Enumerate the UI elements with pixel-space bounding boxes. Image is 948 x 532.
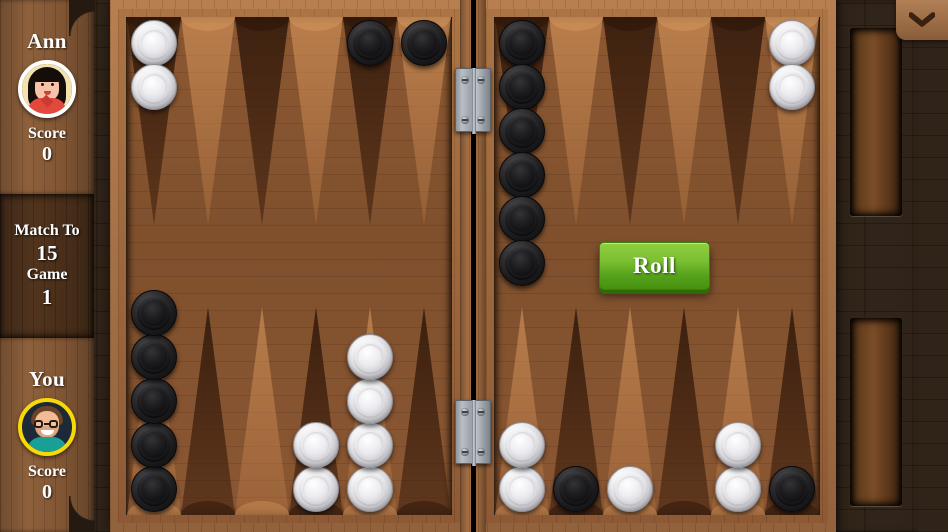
checker-white[interactable]	[131, 20, 177, 66]
board-point[interactable]	[711, 17, 765, 225]
checker-black[interactable]	[347, 20, 393, 66]
checker-black[interactable]	[131, 422, 177, 468]
checker-black[interactable]	[499, 64, 545, 110]
opponent-panel: Ann Score 0	[0, 0, 95, 194]
board-point[interactable]	[235, 17, 289, 225]
bear-off-slot-bottom[interactable]	[850, 318, 902, 506]
board-point-triangle	[711, 17, 765, 225]
board-point-triangle	[235, 17, 289, 225]
board-point-triangle	[397, 307, 451, 515]
board-point[interactable]	[549, 17, 603, 225]
board-hinge-top-icon	[455, 68, 491, 134]
board-point[interactable]	[181, 307, 235, 515]
opponent-score-value: 0	[42, 143, 52, 165]
board-point-triangle	[235, 307, 289, 515]
board-point[interactable]	[289, 17, 343, 225]
checker-black[interactable]	[499, 20, 545, 66]
game-value: 1	[41, 285, 53, 309]
board-point-triangle	[603, 17, 657, 225]
board-point[interactable]	[181, 17, 235, 225]
checker-black[interactable]	[499, 108, 545, 154]
avatar-ann-art	[22, 64, 72, 114]
player-panel: You Score 0	[0, 338, 95, 532]
board-point-triangle	[289, 17, 343, 225]
roll-button-label: Roll	[633, 253, 676, 278]
checker-white[interactable]	[499, 466, 545, 512]
checker-white[interactable]	[347, 378, 393, 424]
player-score-label: Score	[28, 463, 66, 480]
checker-black[interactable]	[131, 334, 177, 380]
chevron-down-icon	[909, 12, 935, 28]
checker-black[interactable]	[401, 20, 447, 66]
checker-white[interactable]	[347, 422, 393, 468]
sidebar: Ann Score 0 Match To 15 Game 1 You Score…	[0, 0, 95, 532]
checker-white[interactable]	[293, 466, 339, 512]
match-to-value: 15	[36, 240, 58, 265]
board-point-triangle	[657, 17, 711, 225]
board-point-triangle	[181, 307, 235, 515]
board-point-triangle	[181, 17, 235, 225]
checker-white[interactable]	[347, 334, 393, 380]
checker-black[interactable]	[769, 466, 815, 512]
checker-black[interactable]	[553, 466, 599, 512]
board-point-triangle	[549, 17, 603, 225]
avatar-ann[interactable]	[18, 60, 76, 118]
board-point[interactable]	[603, 17, 657, 225]
game-board	[110, 0, 836, 532]
checker-white[interactable]	[293, 422, 339, 468]
player-score-value: 0	[42, 481, 52, 503]
checker-white[interactable]	[131, 64, 177, 110]
checker-black[interactable]	[499, 152, 545, 198]
checker-black[interactable]	[131, 378, 177, 424]
checker-white[interactable]	[769, 20, 815, 66]
opponent-name: Ann	[27, 29, 67, 53]
board-half-left	[118, 9, 460, 523]
roll-button[interactable]: Roll	[599, 242, 710, 290]
checker-white[interactable]	[715, 422, 761, 468]
menu-toggle-button[interactable]	[896, 0, 948, 40]
game-label: Game	[26, 266, 68, 283]
board-hinge-bottom-icon	[455, 400, 491, 466]
board-point-triangle	[657, 307, 711, 515]
player-name: You	[28, 367, 66, 391]
checker-white[interactable]	[499, 422, 545, 468]
play-area-left[interactable]	[126, 17, 452, 515]
checker-black[interactable]	[499, 240, 545, 286]
avatar-you-art	[22, 402, 72, 452]
checker-black[interactable]	[131, 466, 177, 512]
avatar-you[interactable]	[18, 398, 76, 456]
board-point[interactable]	[235, 307, 289, 515]
backgammon-game: Ann Score 0 Match To 15 Game 1 You Score…	[0, 0, 948, 532]
opponent-score-label: Score	[28, 125, 66, 142]
board-point[interactable]	[397, 307, 451, 515]
bear-off-tray	[836, 0, 918, 532]
board-point[interactable]	[657, 307, 711, 515]
checker-white[interactable]	[607, 466, 653, 512]
checker-black[interactable]	[131, 290, 177, 336]
checker-white[interactable]	[769, 64, 815, 110]
board-point[interactable]	[657, 17, 711, 225]
checker-black[interactable]	[499, 196, 545, 242]
checker-white[interactable]	[347, 466, 393, 512]
match-info-panel: Match To 15 Game 1	[0, 194, 94, 338]
match-to-label: Match To	[14, 221, 80, 239]
checker-white[interactable]	[715, 466, 761, 512]
bear-off-slot-top[interactable]	[850, 28, 902, 216]
